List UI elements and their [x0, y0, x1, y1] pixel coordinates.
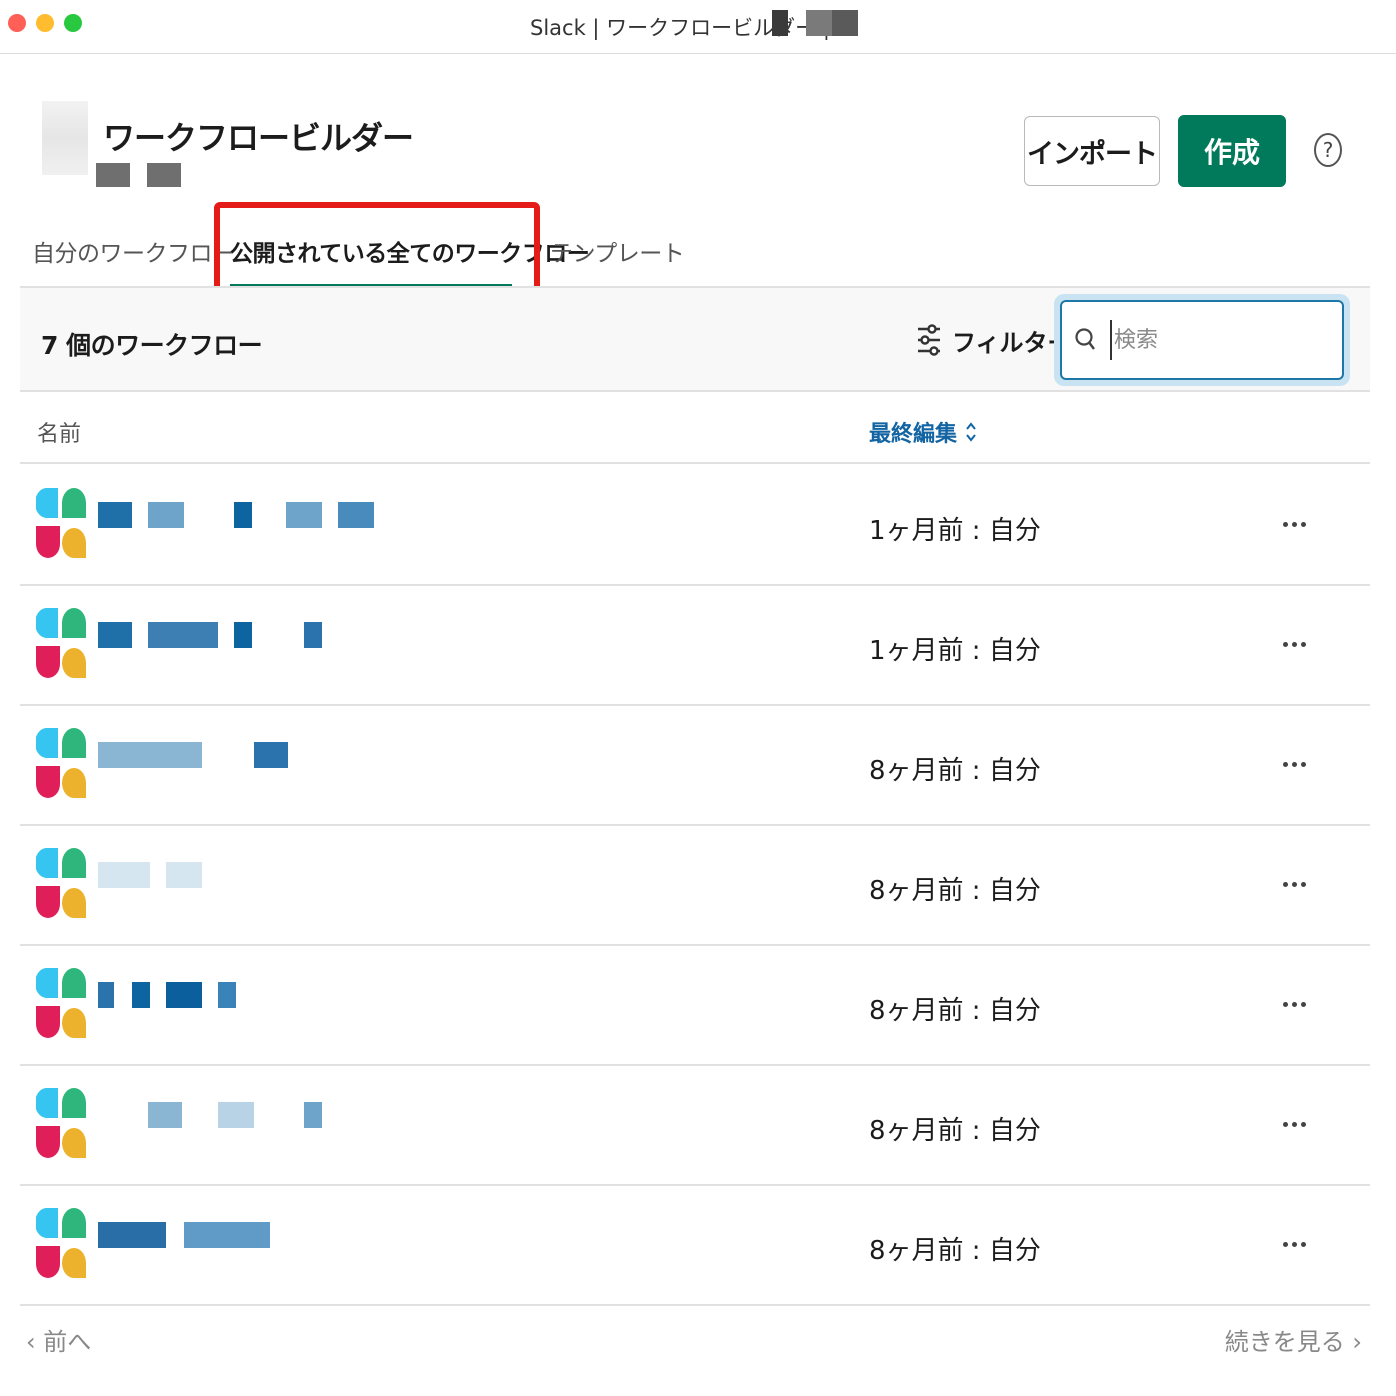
last-edited-text: 8ヶ月前 : 自分 — [869, 756, 1041, 786]
more-icon[interactable] — [1272, 506, 1316, 542]
redacted-workflow-name — [304, 622, 322, 648]
column-header-name: 名前 — [37, 422, 82, 447]
close-window-button[interactable] — [8, 14, 26, 32]
redacted-workflow-name — [148, 502, 184, 528]
filter-icon — [918, 324, 940, 356]
last-edited-text: 8ヶ月前 : 自分 — [869, 876, 1041, 906]
more-icon[interactable] — [1272, 1226, 1316, 1262]
redacted-workflow-name — [98, 1222, 166, 1248]
table-row[interactable]: 1ヶ月前 : 自分 — [20, 466, 1370, 586]
redacted-workflow-name — [254, 742, 288, 768]
search-icon — [1075, 328, 1095, 350]
help-glyph: ? — [1322, 138, 1334, 162]
redacted-workflow-name — [234, 502, 252, 528]
redacted-workflow-name — [98, 502, 132, 528]
page-title: ワークフロービルダー — [103, 119, 414, 157]
redacted-block — [147, 163, 181, 187]
redacted-workflow-name — [166, 982, 202, 1008]
redacted-workflow-name — [304, 1102, 322, 1128]
redacted-workflow-name — [286, 502, 322, 528]
page-header: ワークフロービルダー インポート 作成 ? — [0, 55, 1396, 195]
redacted-workflow-name — [98, 742, 202, 768]
search-focus-ring — [1054, 294, 1350, 386]
more-icon[interactable] — [1272, 866, 1316, 902]
search-box — [1060, 300, 1344, 380]
tab-templates[interactable]: テンプレート — [550, 234, 685, 268]
redacted-workflow-name — [132, 982, 150, 1008]
last-edited-text: 8ヶ月前 : 自分 — [869, 1236, 1041, 1266]
app-logo — [42, 101, 88, 175]
zoom-window-button[interactable] — [64, 14, 82, 32]
more-icon[interactable] — [1272, 746, 1316, 782]
more-icon[interactable] — [1272, 986, 1316, 1022]
redacted-workflow-name — [338, 502, 374, 528]
more-icon[interactable] — [1272, 626, 1316, 662]
table-row[interactable]: 8ヶ月前 : 自分 — [20, 946, 1370, 1066]
table-row[interactable]: 8ヶ月前 : 自分 — [20, 1066, 1370, 1186]
last-edited-text: 1ヶ月前 : 自分 — [869, 636, 1041, 666]
workflow-count: 7 個のワークフロー — [41, 331, 263, 360]
sort-icon — [966, 422, 976, 442]
workflow-icon — [36, 1088, 86, 1158]
redacted-workflow-name — [148, 1102, 182, 1128]
workflow-icon — [36, 1208, 86, 1278]
minimize-window-button[interactable] — [36, 14, 54, 32]
workflow-icon — [36, 848, 86, 918]
redacted-workflow-name — [218, 982, 236, 1008]
window-titlebar: Slack | ワークフロービルダー | — [0, 0, 1396, 54]
column-header-last-edited[interactable]: 最終編集 — [869, 416, 977, 448]
table-header: 名前 最終編集 — [20, 394, 1370, 464]
more-icon[interactable] — [1272, 1106, 1316, 1142]
import-button[interactable]: インポート — [1024, 116, 1160, 186]
previous-page-link[interactable]: ‹ 前へ — [26, 1322, 91, 1357]
column-header-last-edited-label: 最終編集 — [869, 422, 958, 447]
pagination: ‹ 前へ 続きを見る › — [20, 1306, 1370, 1366]
redacted-workflow-name — [166, 862, 202, 888]
create-button[interactable]: 作成 — [1178, 115, 1286, 187]
redacted-workflow-name — [218, 1102, 254, 1128]
last-edited-text: 8ヶ月前 : 自分 — [869, 996, 1041, 1026]
redacted-block — [806, 10, 858, 36]
table-row[interactable]: 1ヶ月前 : 自分 — [20, 586, 1370, 706]
workflow-icon — [36, 488, 86, 558]
workflow-icon — [36, 968, 86, 1038]
last-edited-text: 8ヶ月前 : 自分 — [869, 1116, 1041, 1146]
redacted-workflow-name — [148, 622, 218, 648]
tab-my-workflows[interactable]: 自分のワークフロー — [32, 234, 235, 268]
table-row[interactable]: 8ヶ月前 : 自分 — [20, 1186, 1370, 1306]
redacted-workflow-name — [184, 1222, 270, 1248]
help-icon[interactable]: ? — [1314, 133, 1342, 167]
search-input[interactable] — [1110, 320, 1330, 360]
last-edited-text: 1ヶ月前 : 自分 — [869, 516, 1041, 546]
list-toolbar: 7 個のワークフロー フィルター — [20, 288, 1370, 392]
workflow-icon — [36, 728, 86, 798]
table-row[interactable]: 8ヶ月前 : 自分 — [20, 826, 1370, 946]
redacted-workflow-name — [234, 622, 252, 648]
redacted-workflow-name — [98, 622, 132, 648]
redacted-block — [772, 10, 788, 36]
workflow-table: 1ヶ月前 : 自分 1ヶ月前 : 自分 8ヶ月前: 自分 8ヶ月前: 自分 … — [20, 466, 1370, 1306]
workflow-icon — [36, 608, 86, 678]
redacted-block — [96, 163, 130, 187]
redacted-workflow-name — [98, 982, 114, 1008]
filter-button[interactable]: フィルター — [916, 320, 1072, 360]
redacted-workflow-name — [98, 862, 150, 888]
table-row[interactable]: 8ヶ月前 : 自分 — [20, 706, 1370, 826]
tab-bar: 自分のワークフロー 公開されている全てのワークフロー テンプレート — [20, 200, 1370, 310]
next-page-link[interactable]: 続きを見る › — [1225, 1322, 1362, 1357]
